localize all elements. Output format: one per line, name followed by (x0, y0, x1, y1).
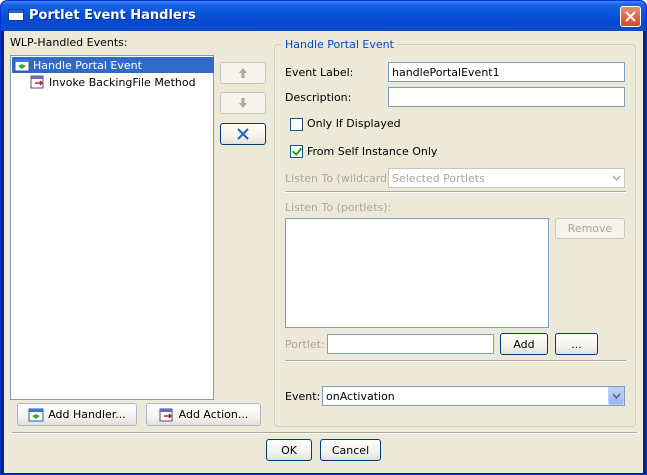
events-label: WLP-Handled Events: (10, 36, 128, 49)
browse-portlet-button[interactable]: ... (555, 333, 598, 355)
up-arrow-icon (239, 68, 247, 78)
description-input[interactable] (388, 87, 625, 107)
listen-wildcard-select[interactable]: Selected Portlets (388, 168, 625, 188)
add-handler-button[interactable]: Add Handler... (17, 403, 137, 426)
window-title: Portlet Event Handlers (29, 8, 196, 23)
description-label: Description: (285, 91, 352, 104)
close-icon (625, 11, 636, 22)
add-portlet-button[interactable]: Add (500, 333, 548, 355)
delete-x-icon (237, 128, 249, 140)
delete-button[interactable] (220, 123, 266, 145)
close-button[interactable] (620, 6, 641, 27)
portlet-label: Portlet: (285, 338, 325, 351)
portal-event-icon (14, 58, 30, 72)
from-self-instance-checkbox[interactable] (290, 145, 303, 158)
only-if-displayed-checkbox[interactable] (290, 118, 303, 131)
title-bar[interactable]: Portlet Event Handlers (1, 1, 646, 31)
events-tree[interactable]: Handle Portal Event Invoke BackingFile M… (10, 55, 214, 400)
from-self-instance-label: From Self Instance Only (307, 145, 438, 158)
cancel-button[interactable]: Cancel (320, 439, 381, 461)
move-up-button[interactable] (220, 62, 266, 84)
tree-item-handle-portal-event[interactable]: Handle Portal Event (12, 57, 214, 73)
add-action-button[interactable]: Add Action... (146, 403, 261, 426)
tree-item-label: Handle Portal Event (33, 58, 142, 72)
listen-portlets-label: Listen To (portlets): (285, 201, 392, 214)
only-if-displayed-label: Only If Displayed (307, 117, 401, 130)
ok-button[interactable]: OK (266, 439, 312, 461)
dialog-body: WLP-Handled Events: Handle Portal Event (4, 31, 643, 473)
portlet-input[interactable] (327, 334, 494, 354)
separator (285, 191, 626, 193)
event-label-input[interactable]: handlePortalEvent1 (388, 62, 625, 82)
listen-wildcard-label: Listen To (wildcard): (285, 172, 396, 185)
listen-portlets-list[interactable] (285, 218, 549, 328)
chevron-down-icon (608, 169, 624, 187)
event-type-select[interactable]: onActivation (322, 386, 625, 406)
separator (285, 360, 626, 362)
tree-item-invoke-backing-file[interactable]: Invoke BackingFile Method (28, 74, 196, 90)
event-type-label: Event: (285, 390, 321, 403)
move-down-button[interactable] (220, 92, 266, 114)
event-label-label: Event Label: (285, 66, 354, 79)
chevron-down-icon (608, 387, 624, 405)
backing-file-icon (30, 75, 46, 89)
tree-item-label: Invoke BackingFile Method (49, 75, 196, 89)
window-icon (8, 9, 24, 21)
group-legend: Handle Portal Event (282, 38, 397, 51)
dialog-window: Portlet Event Handlers WLP-Handled Event… (0, 0, 647, 475)
add-action-icon (159, 408, 173, 421)
footer-separator (12, 432, 637, 434)
remove-button[interactable]: Remove (555, 218, 625, 239)
add-handler-icon (28, 408, 44, 421)
down-arrow-icon (239, 98, 247, 108)
